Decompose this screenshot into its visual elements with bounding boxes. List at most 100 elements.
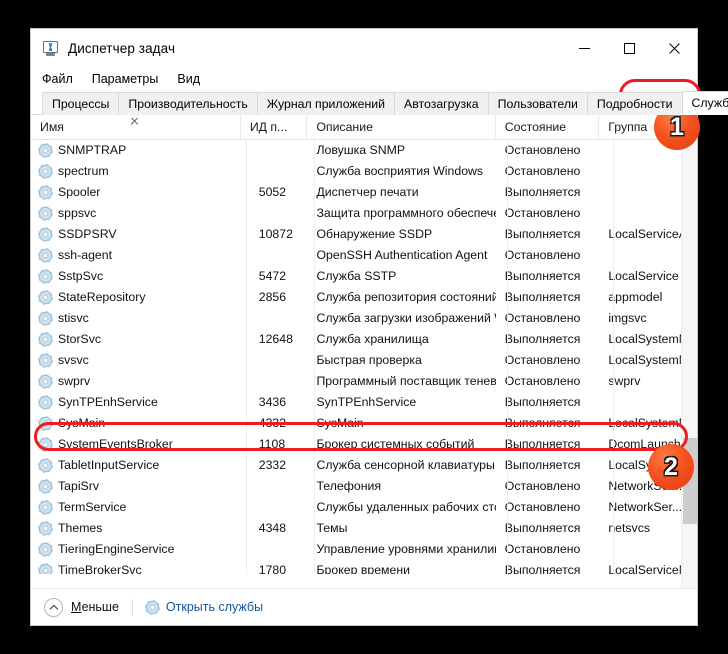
cell-description: Служба репозитория состояний [316,290,496,304]
column-header-name[interactable]: Имя [31,114,241,140]
chevron-up-icon [44,597,63,617]
column-headers: Имя ИД п... Описание Состояние Группа [31,114,697,140]
gear-icon [145,600,159,614]
cell-pid [241,371,308,392]
open-services-link[interactable]: Открыть службы [145,600,263,614]
title-left-group: Диспетчер задач [31,40,175,56]
menu-item-file[interactable]: Файл [42,70,83,88]
cell-description: Программный поставщик теневог... [316,374,496,388]
cell-status: Остановлено [504,248,581,262]
column-header-pid[interactable]: ИД п... [241,114,308,140]
cell-name: ssh-agent [31,245,241,266]
cell-name-label: stisvc [58,311,89,325]
cell-pid: 4348 [258,521,287,535]
services-list: Имя ИД п... Описание Состояние Группа SN… [31,114,697,625]
table-row[interactable]: Themes 4348 Темы Выполняется netsvcs [31,518,697,539]
cell-status: Остановлено [504,353,581,367]
minimize-button[interactable] [562,29,607,67]
service-gear-icon [39,186,52,199]
footer-separator [131,598,133,616]
cell-status: Остановлено [504,206,581,220]
cell-description: Диспетчер печати [316,185,419,199]
cell-pid: 12648 [258,332,293,346]
fewer-details-rest: еньше [81,600,119,614]
cell-name: StateRepository [31,287,241,308]
cell-pid: 1780 [258,563,287,574]
table-row[interactable]: StorSvc 12648 Служба хранилища Выполняется L… [31,329,697,350]
annotation-badge-2: 2 [648,444,694,490]
table-row[interactable]: swprv Программный поставщик теневог... Ост… [31,371,697,392]
column-header-description[interactable]: Описание [307,114,496,140]
table-row[interactable]: TermService Службы удаленных рабочих стол… [31,497,697,518]
service-gear-icon [39,312,52,325]
tab-startup[interactable]: Автозагрузка [394,92,489,115]
service-gear-icon [39,459,52,472]
tab-details[interactable]: Подробности [586,92,683,115]
cell-pid [241,497,308,518]
tab-services[interactable]: Службы [681,91,728,115]
cell-name-label: StorSvc [58,332,102,346]
table-row[interactable]: SstpSvc 5472 Служба SSTP Выполняется LocalSe… [31,266,697,287]
cell-name-label: StateRepository [58,290,146,304]
cell-status: Остановлено [504,374,581,388]
table-row[interactable]: sppsvc Защита программного обеспечен... Ос… [31,203,697,224]
cell-name-label: Themes [58,521,103,535]
table-row[interactable]: ssh-agent OpenSSH Authentication Agent Ост… [31,245,697,266]
vertical-scrollbar[interactable] [681,140,697,625]
table-row[interactable]: SNMPTRAP Ловушка SNMP Остановлено [31,140,697,161]
title-bar: Диспетчер задач [31,29,697,67]
cell-pid [241,539,308,560]
service-gear-icon [39,291,52,304]
cell-status: Остановлено [504,479,581,493]
cell-name: TimeBrokerSvc [31,560,241,574]
close-button[interactable] [652,29,697,67]
table-row[interactable]: TimeBrokerSvc 1780 Брокер времени Выполняет… [31,560,697,574]
column-header-status[interactable]: Состояние [496,114,600,140]
cell-name-label: svsvc [58,353,89,367]
table-row[interactable]: spectrum Служба восприятия Windows Останов… [31,161,697,182]
tab-processes[interactable]: Процессы [42,92,120,115]
cell-status: Остановлено [504,500,581,514]
fewer-details-button[interactable]: Меньше [44,597,119,617]
cell-pid [241,203,308,224]
table-row[interactable]: Spooler 5052 Диспетчер печати Выполняется [31,182,697,203]
screenshot-root: Диспетчер задач Файл Параметры Вид Проце… [0,0,728,654]
table-row[interactable]: TapiSrv Телефония Остановлено NetworkSer... [31,476,697,497]
task-manager-icon [42,40,59,56]
cell-name-label: SNMPTRAP [58,143,127,157]
service-gear-icon [39,564,52,574]
maximize-icon [624,42,635,54]
cell-name: swprv [31,371,241,392]
cell-name-label: sppsvc [58,206,97,220]
service-gear-icon [39,522,52,535]
cell-name: stisvc [31,308,241,329]
services-rows[interactable]: SNMPTRAP Ловушка SNMP Остановлено spectrum С… [31,140,697,574]
table-row[interactable]: svsvc Быстрая проверка Остановлено LocalSys… [31,350,697,371]
service-gear-icon [39,354,52,367]
cell-description: Ловушка SNMP [316,143,406,157]
table-row[interactable]: StateRepository 2856 Служба репозитория со… [31,287,697,308]
tab-users[interactable]: Пользователи [487,92,588,115]
cell-pid [241,140,308,161]
cell-description: Служба восприятия Windows [316,164,484,178]
menu-item-options[interactable]: Параметры [92,70,169,88]
table-row[interactable]: TieringEngineService Управление уровнями … [31,539,697,560]
cell-name-label: spectrum [58,164,109,178]
service-gear-icon [39,375,52,388]
table-row[interactable]: SynTPEnhService 3436 SynTPEnhService Выполн… [31,392,697,413]
tab-performance[interactable]: Производительность [118,92,258,115]
tab-app-history[interactable]: Журнал приложений [256,92,396,115]
cell-description: Брокер времени [316,563,410,574]
cell-description: Темы [316,521,348,535]
table-row[interactable]: SSDPSRV 10872 Обнаружение SSDP Выполняется L… [31,224,697,245]
cell-status: Остановлено [504,143,581,157]
cell-description: OpenSSH Authentication Agent [316,248,488,262]
menu-item-view[interactable]: Вид [177,70,210,88]
cell-pid: 2856 [258,290,287,304]
table-row[interactable]: TabletInputService 2332 Служба сенсорной к… [31,455,697,476]
cell-description: Служба хранилища [316,332,429,346]
maximize-button[interactable] [607,29,652,67]
column-divider-1 [314,140,315,574]
cell-name: SNMPTRAP [31,140,241,161]
table-row[interactable]: stisvc Служба загрузки изображений Wi... О… [31,308,697,329]
